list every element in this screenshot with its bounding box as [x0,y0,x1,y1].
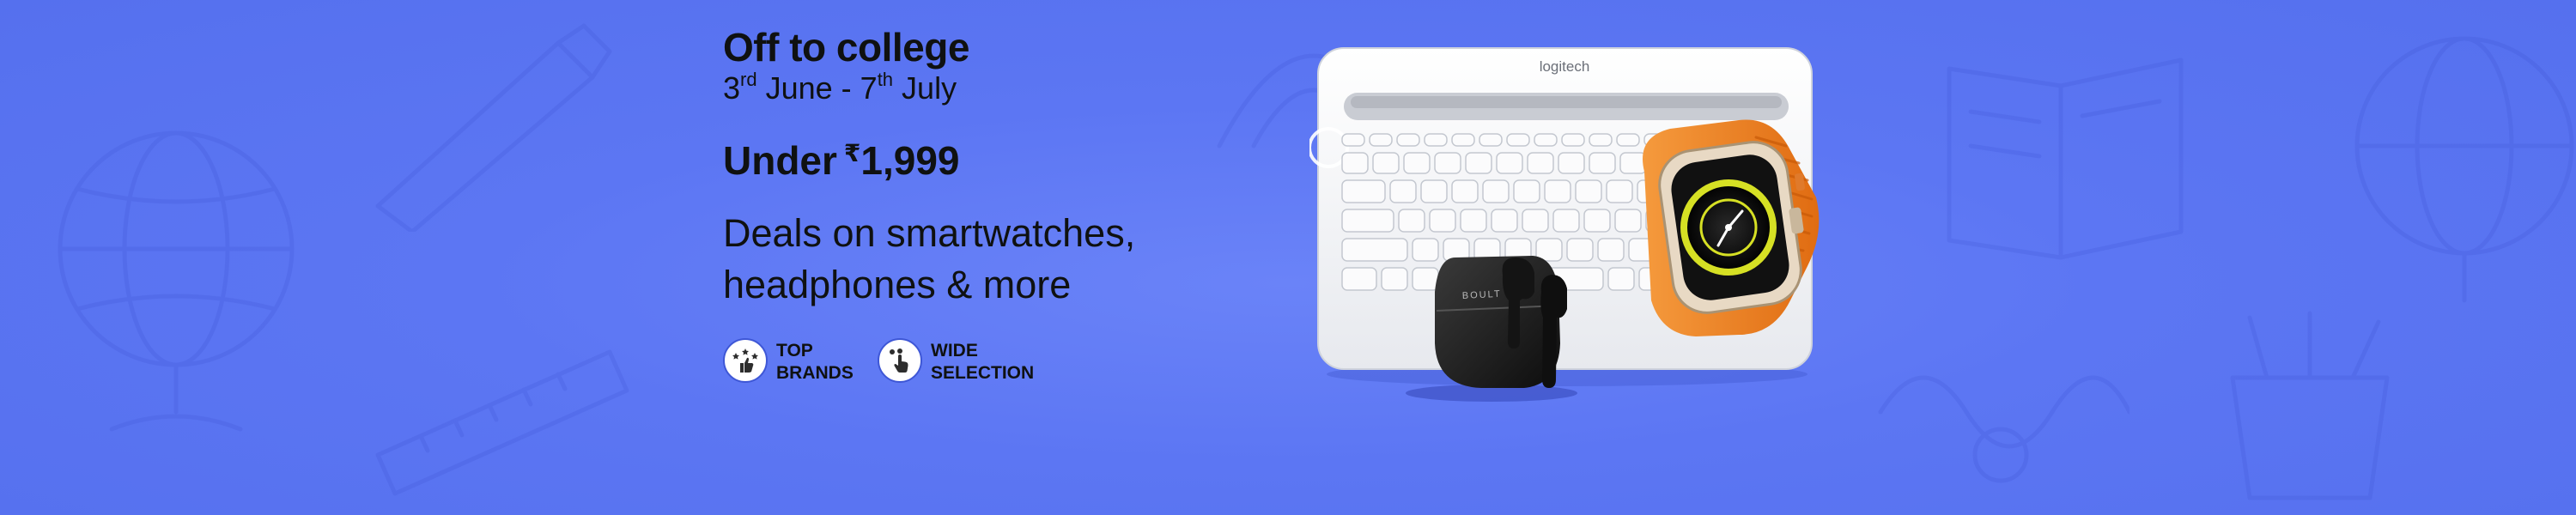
keyboard-key [1465,152,1492,174]
keyboard-brand: logitech [1540,58,1590,75]
badge-line-2: BRANDS [776,363,854,383]
sale-dates: 3rd June - 7th July [723,69,957,106]
college-sale-banner[interactable]: Off to college 3rd June - 7th July Under… [0,0,2576,515]
keyboard-key [1460,209,1487,233]
keyboard-key [1420,179,1448,203]
keyboard-key [1513,179,1540,203]
keyboard-key [1482,179,1510,203]
scribble-doodle-icon [1878,375,2129,483]
keyboard-key [1398,209,1425,233]
keyboard-key [1412,238,1439,262]
keyboard-key [1527,152,1554,174]
keyboard-key [1566,238,1594,262]
keyboard-key [1369,133,1393,147]
keyboard-key [1434,152,1461,174]
keyboard-key [1619,152,1647,174]
product-illustration: logitech BOULT [1309,47,1820,402]
globe-doodle-icon [58,130,295,432]
keyboard-key [1558,152,1585,174]
end-day: 7 [860,70,878,106]
badge-icon-circle [878,338,922,383]
start-month: June - [756,70,860,106]
keyboard-key [1412,267,1439,291]
deal-description: Deals on smartwatches, headphones & more [723,211,1136,306]
keyboard-key [1396,133,1420,147]
keyboard-key [1451,179,1479,203]
stars-thumbs-up-icon [732,348,758,373]
keyboard-key [1341,209,1394,233]
badge-text: WIDE SELECTION [931,340,1034,385]
start-day: 3 [723,70,741,106]
end-day-suffix: th [877,69,894,90]
badge-line-1: WIDE [931,341,978,360]
keyboard-key [1589,133,1613,147]
ruler-doodle-icon [375,349,629,496]
keyboard-key [1389,179,1417,203]
keyboard-key [1552,209,1580,233]
keyboard-key [1479,133,1503,147]
price-amount: 1,999 [860,138,960,183]
wide-selection-badge: WIDE SELECTION [878,333,1049,395]
keyboard-key [1372,152,1400,174]
keyboard-key [1403,152,1431,174]
page-title: Off to college [723,25,969,70]
badge-line-1: TOP [776,341,813,360]
badge-icon-circle [723,338,768,383]
keyboard-key [1491,209,1518,233]
earbuds-brand: BOULT [1462,289,1502,301]
keyboard-key [1575,179,1602,203]
badge-text: TOP BRANDS [776,340,854,385]
currency-symbol: ₹ [843,140,861,167]
keyboard-key [1451,133,1475,147]
keyboard-key [1341,238,1408,262]
tap-hand-icon [890,348,908,373]
keyboard-key [1544,179,1571,203]
pencil-cup-doodle-icon [2230,311,2390,500]
price-line: Under ₹1,999 [723,137,960,184]
keyboard-key [1341,179,1386,203]
keyboard-key [1616,133,1640,147]
keyboard-key [1506,133,1530,147]
end-month: July [893,70,957,106]
pencil-doodle-icon [375,23,612,232]
product-image[interactable]: logitech BOULT [1309,43,1893,412]
keyboard-key [1597,238,1625,262]
price-prefix: Under [723,138,837,183]
keyboard-key [1561,133,1585,147]
keyboard-key [1614,209,1642,233]
keyboard-key [1522,209,1549,233]
book-doodle-icon [1947,58,2184,260]
keyboard-key [1341,152,1369,174]
globe-doodle-right-icon [2354,36,2574,303]
keyboard-key [1381,267,1408,291]
keyboard-key [1589,152,1616,174]
keyboard-key [1341,267,1377,291]
keyboard-key [1341,133,1365,147]
keyboard-key [1496,152,1523,174]
top-brands-badge: TOP BRANDS [723,333,869,395]
keyboard-key [1606,179,1633,203]
keyboard-key [1429,209,1456,233]
start-day-suffix: rd [740,69,757,90]
keyboard-key [1534,133,1558,147]
keyboard-key [1607,267,1635,291]
badge-line-2: SELECTION [931,363,1035,383]
keyboard-key [1583,209,1611,233]
keyboard-key [1424,133,1448,147]
